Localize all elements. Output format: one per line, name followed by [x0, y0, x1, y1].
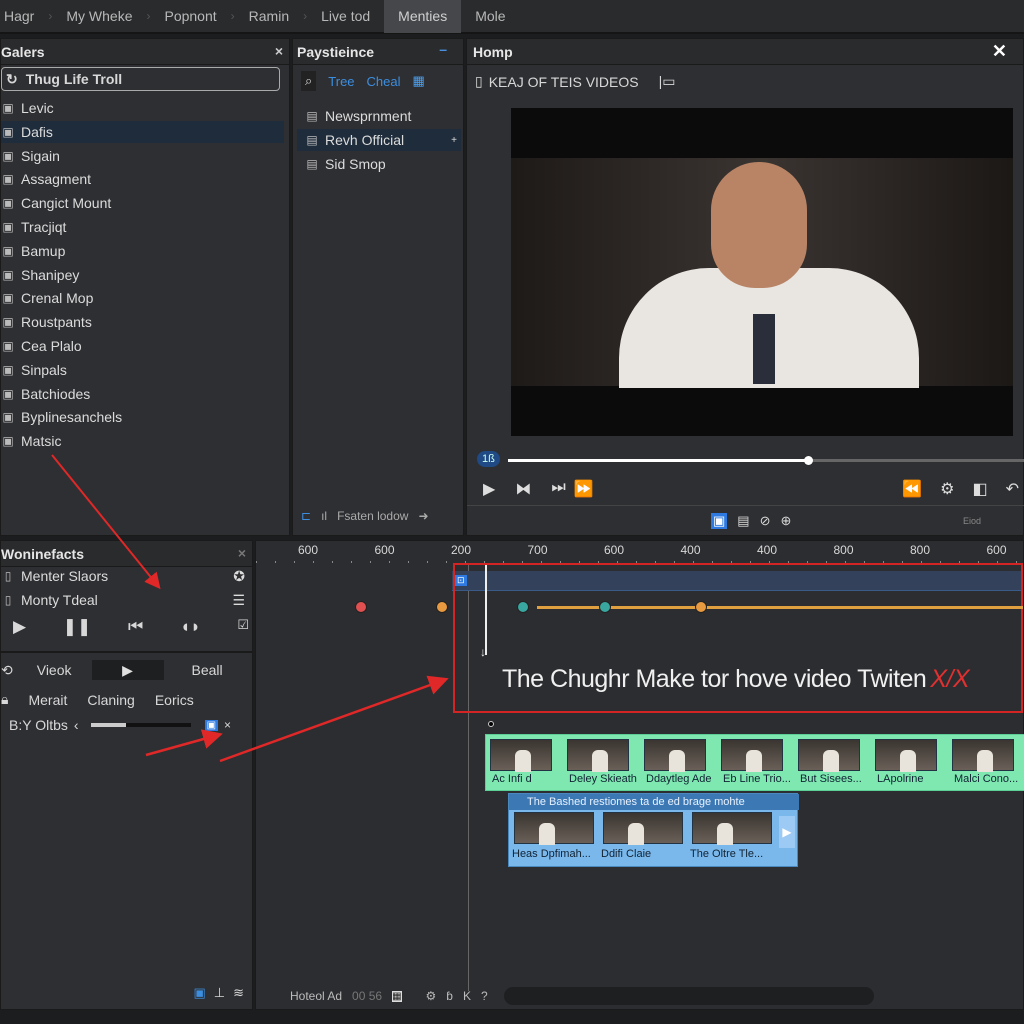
annotation-arrow [145, 729, 223, 757]
annotation-arrows [51, 454, 449, 763]
annotation-arrow [51, 454, 161, 590]
annotation-arrow [219, 675, 449, 763]
